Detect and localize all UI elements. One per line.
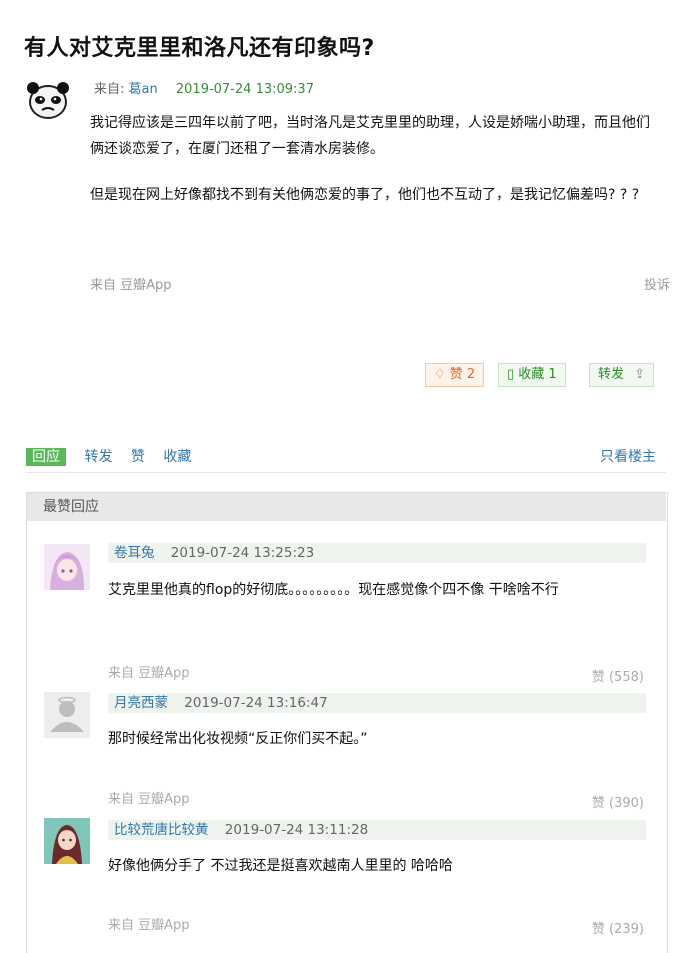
reply-like-button[interactable]: 赞 (390) xyxy=(592,792,644,811)
tab-collections[interactable]: 收藏 xyxy=(163,449,191,465)
share-button-label: 转发 xyxy=(598,367,625,382)
post-title: 有人对艾克里里和洛凡还有印象吗? xyxy=(24,36,375,61)
reply-time: 2019-07-24 13:25:23 xyxy=(170,545,315,561)
reply-source: 来自 豆瓣App xyxy=(108,918,190,933)
bookmark-icon: ▯ xyxy=(507,367,515,382)
collect-button[interactable]: ▯ 收藏 1 xyxy=(498,363,566,387)
post-time: 2019-07-24 13:09:37 xyxy=(175,82,314,97)
reply-header-1: 卷耳兔 2019-07-24 13:25:23 xyxy=(108,543,646,563)
reply-like-button[interactable]: 赞 (239) xyxy=(592,918,644,937)
reply-time: 2019-07-24 13:16:47 xyxy=(184,695,328,711)
reply-avatar-1[interactable] xyxy=(44,544,90,590)
reply-avatar-3[interactable] xyxy=(44,818,90,864)
reply-source: 来自 豆瓣App xyxy=(108,666,190,681)
from-label: 来自: xyxy=(94,82,125,97)
reply-header-2: 月亮西蒙 2019-07-24 13:16:47 xyxy=(108,693,646,713)
collect-button-label: 收藏 1 xyxy=(518,367,557,382)
share-button[interactable]: 转发 ⇪ xyxy=(589,363,655,387)
post-paragraph-2: 但是现在网上好像都找不到有关他俩恋爱的事了，他们也不互动了，是我记忆偏差吗? ?… xyxy=(90,187,640,203)
reply-author[interactable]: 卷耳兔 xyxy=(114,545,155,561)
tab-replies[interactable]: 回应 xyxy=(26,448,66,466)
reply-avatar-2[interactable] xyxy=(44,692,90,738)
report-link[interactable]: 投诉 xyxy=(644,274,670,293)
reply-tabs: 回应 转发 赞 收藏 xyxy=(26,446,205,466)
post-paragraph-1: 我记得应该是三四年以前了吧，当时洛凡是艾克里里的助理，人设是娇喘小助理，而且他们… xyxy=(90,115,650,157)
reply-like-button[interactable]: 赞 (558) xyxy=(592,666,644,685)
like-button[interactable]: ♢ 赞 2 xyxy=(425,363,485,387)
author-link[interactable]: 葛an xyxy=(129,82,158,97)
reply-source: 来自 豆瓣App xyxy=(108,792,190,807)
share-icon: ⇪ xyxy=(634,367,646,382)
reply-text: 艾克里里他真的flop的好彻底。。。。。。。。。现在感觉像个四不像 干啥啥不行 xyxy=(108,582,559,598)
reply-author[interactable]: 月亮西蒙 xyxy=(114,695,168,711)
tabs-divider xyxy=(26,472,666,473)
tab-likes[interactable]: 赞 xyxy=(131,449,145,465)
post-source: 来自 豆瓣App xyxy=(90,278,172,293)
only-op-link[interactable]: 只看楼主 xyxy=(600,446,656,466)
tab-reposts[interactable]: 转发 xyxy=(84,449,112,465)
reply-text: 好像他俩分手了 不过我还是挺喜欢越南人里里的 哈哈哈 xyxy=(108,858,453,874)
reply-text: 那时候经常出化妆视频“反正你们买不起。” xyxy=(108,731,368,747)
reply-author[interactable]: 比较荒唐比较黄 xyxy=(114,822,209,838)
best-replies-header: 最赞回应 xyxy=(27,493,666,521)
best-replies-title: 最赞回应 xyxy=(43,499,99,515)
post-meta: 来自: 葛an 2019-07-24 13:09:37 xyxy=(94,78,314,97)
thumbs-up-icon: ♢ xyxy=(434,367,446,382)
reply-time: 2019-07-24 13:11:28 xyxy=(224,822,369,838)
panda-meme-avatar-icon[interactable] xyxy=(24,80,72,120)
like-button-label: 赞 2 xyxy=(449,367,476,382)
reply-header-3: 比较荒唐比较黄 2019-07-24 13:11:28 xyxy=(108,820,646,840)
